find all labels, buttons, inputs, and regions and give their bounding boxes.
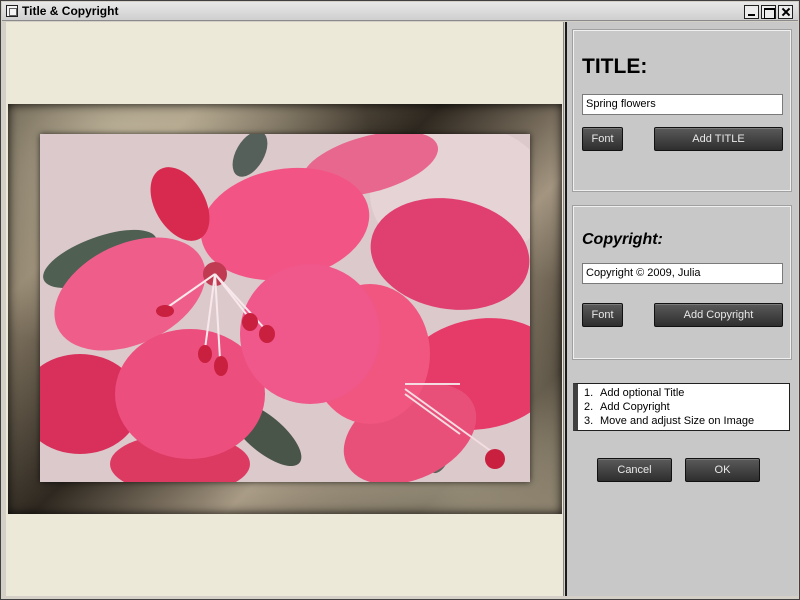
instruction-item: 3. Move and adjust Size on Image <box>584 415 755 427</box>
cancel-button[interactable]: Cancel <box>597 458 672 482</box>
minimize-icon[interactable] <box>744 5 759 19</box>
title-group: TITLE: Spring flowers Font Add TITLE <box>572 29 792 192</box>
flower-photo[interactable] <box>40 134 530 482</box>
ok-button[interactable]: OK <box>685 458 760 482</box>
instructions-list: 1. Add optional Title 2. Add Copyright 3. M… <box>573 383 790 431</box>
image-canvas[interactable] <box>6 22 564 596</box>
instruction-item: 2. Add Copyright <box>584 401 670 413</box>
copyright-font-button[interactable]: Font <box>582 303 623 327</box>
add-copyright-button[interactable]: Add Copyright <box>654 303 783 327</box>
copyright-input[interactable]: Copyright © 2009, Julia <box>582 263 783 284</box>
image-frame <box>8 104 562 514</box>
title-font-button[interactable]: Font <box>582 127 623 151</box>
dialog-window: Title & Copyright TITLE: Spring flowers … <box>0 0 800 600</box>
side-panel: TITLE: Spring flowers Font Add TITLE Cop… <box>565 22 798 596</box>
maximize-icon[interactable] <box>761 5 776 19</box>
title-bar[interactable]: Title & Copyright <box>2 2 798 21</box>
copyright-heading: Copyright: <box>582 231 663 248</box>
flower-illustration <box>40 134 530 482</box>
window-title: Title & Copyright <box>22 4 119 18</box>
close-icon[interactable] <box>778 5 793 19</box>
title-input[interactable]: Spring flowers <box>582 94 783 115</box>
copyright-group: Copyright: Copyright © 2009, Julia Font … <box>572 205 792 360</box>
instruction-item: 1. Add optional Title <box>584 387 685 399</box>
title-heading: TITLE: <box>582 55 648 78</box>
app-icon <box>6 5 18 17</box>
add-title-button[interactable]: Add TITLE <box>654 127 783 151</box>
